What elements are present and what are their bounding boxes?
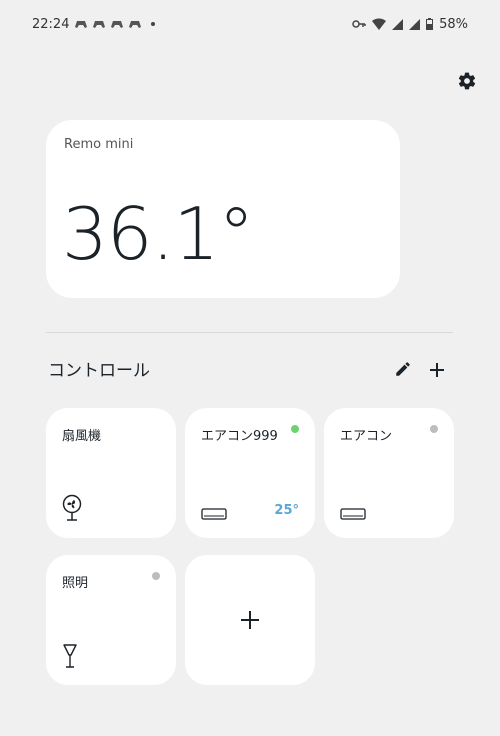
- air-conditioner-icon: [340, 508, 366, 520]
- wifi-icon: [372, 18, 387, 30]
- signal-icon: [392, 18, 404, 30]
- tile-label: 照明: [62, 576, 89, 591]
- fan-icon: [62, 494, 82, 521]
- sensor-card[interactable]: Remo mini 36.1°: [46, 120, 400, 298]
- status-bar: 22:24 58%: [0, 0, 500, 48]
- battery-percent: 58%: [439, 16, 468, 32]
- tile-label: エアコン: [340, 429, 393, 444]
- temperature-reading: 36.1°: [62, 192, 254, 276]
- game-controller-icon: [93, 21, 106, 28]
- air-conditioner-icon: [201, 508, 227, 520]
- edit-button[interactable]: [394, 360, 414, 380]
- lamp-icon: [63, 644, 77, 668]
- game-controller-icon: [75, 21, 88, 28]
- tile-label: 扇風機: [62, 429, 102, 444]
- add-device-tile[interactable]: [185, 555, 315, 685]
- settings-button[interactable]: [456, 70, 478, 92]
- control-tile-fan[interactable]: 扇風機: [46, 408, 176, 538]
- sensor-name: Remo mini: [64, 137, 134, 152]
- game-controller-icon: [129, 21, 142, 28]
- gear-icon: [458, 72, 476, 90]
- vpn-key-icon: [352, 20, 366, 28]
- plus-icon: [241, 611, 259, 629]
- game-controller-icon: [111, 21, 124, 28]
- signal-icon: [409, 18, 421, 30]
- battery-icon: [426, 18, 434, 30]
- more-notifications-icon: [151, 22, 156, 26]
- plus-icon: [430, 363, 444, 377]
- set-temperature: 25°: [274, 503, 299, 518]
- status-dot: [291, 425, 299, 433]
- control-tile-aircon-999[interactable]: エアコン999 25°: [185, 408, 315, 538]
- section-title: コントロール: [48, 361, 150, 381]
- status-time: 22:24: [32, 16, 70, 32]
- add-control-button[interactable]: [427, 360, 447, 380]
- divider: [46, 332, 453, 333]
- status-dot: [152, 572, 160, 580]
- control-tile-light[interactable]: 照明: [46, 555, 176, 685]
- tile-label: エアコン999: [201, 429, 278, 444]
- pencil-icon: [396, 362, 410, 376]
- control-tile-aircon[interactable]: エアコン: [324, 408, 454, 538]
- status-dot: [430, 425, 438, 433]
